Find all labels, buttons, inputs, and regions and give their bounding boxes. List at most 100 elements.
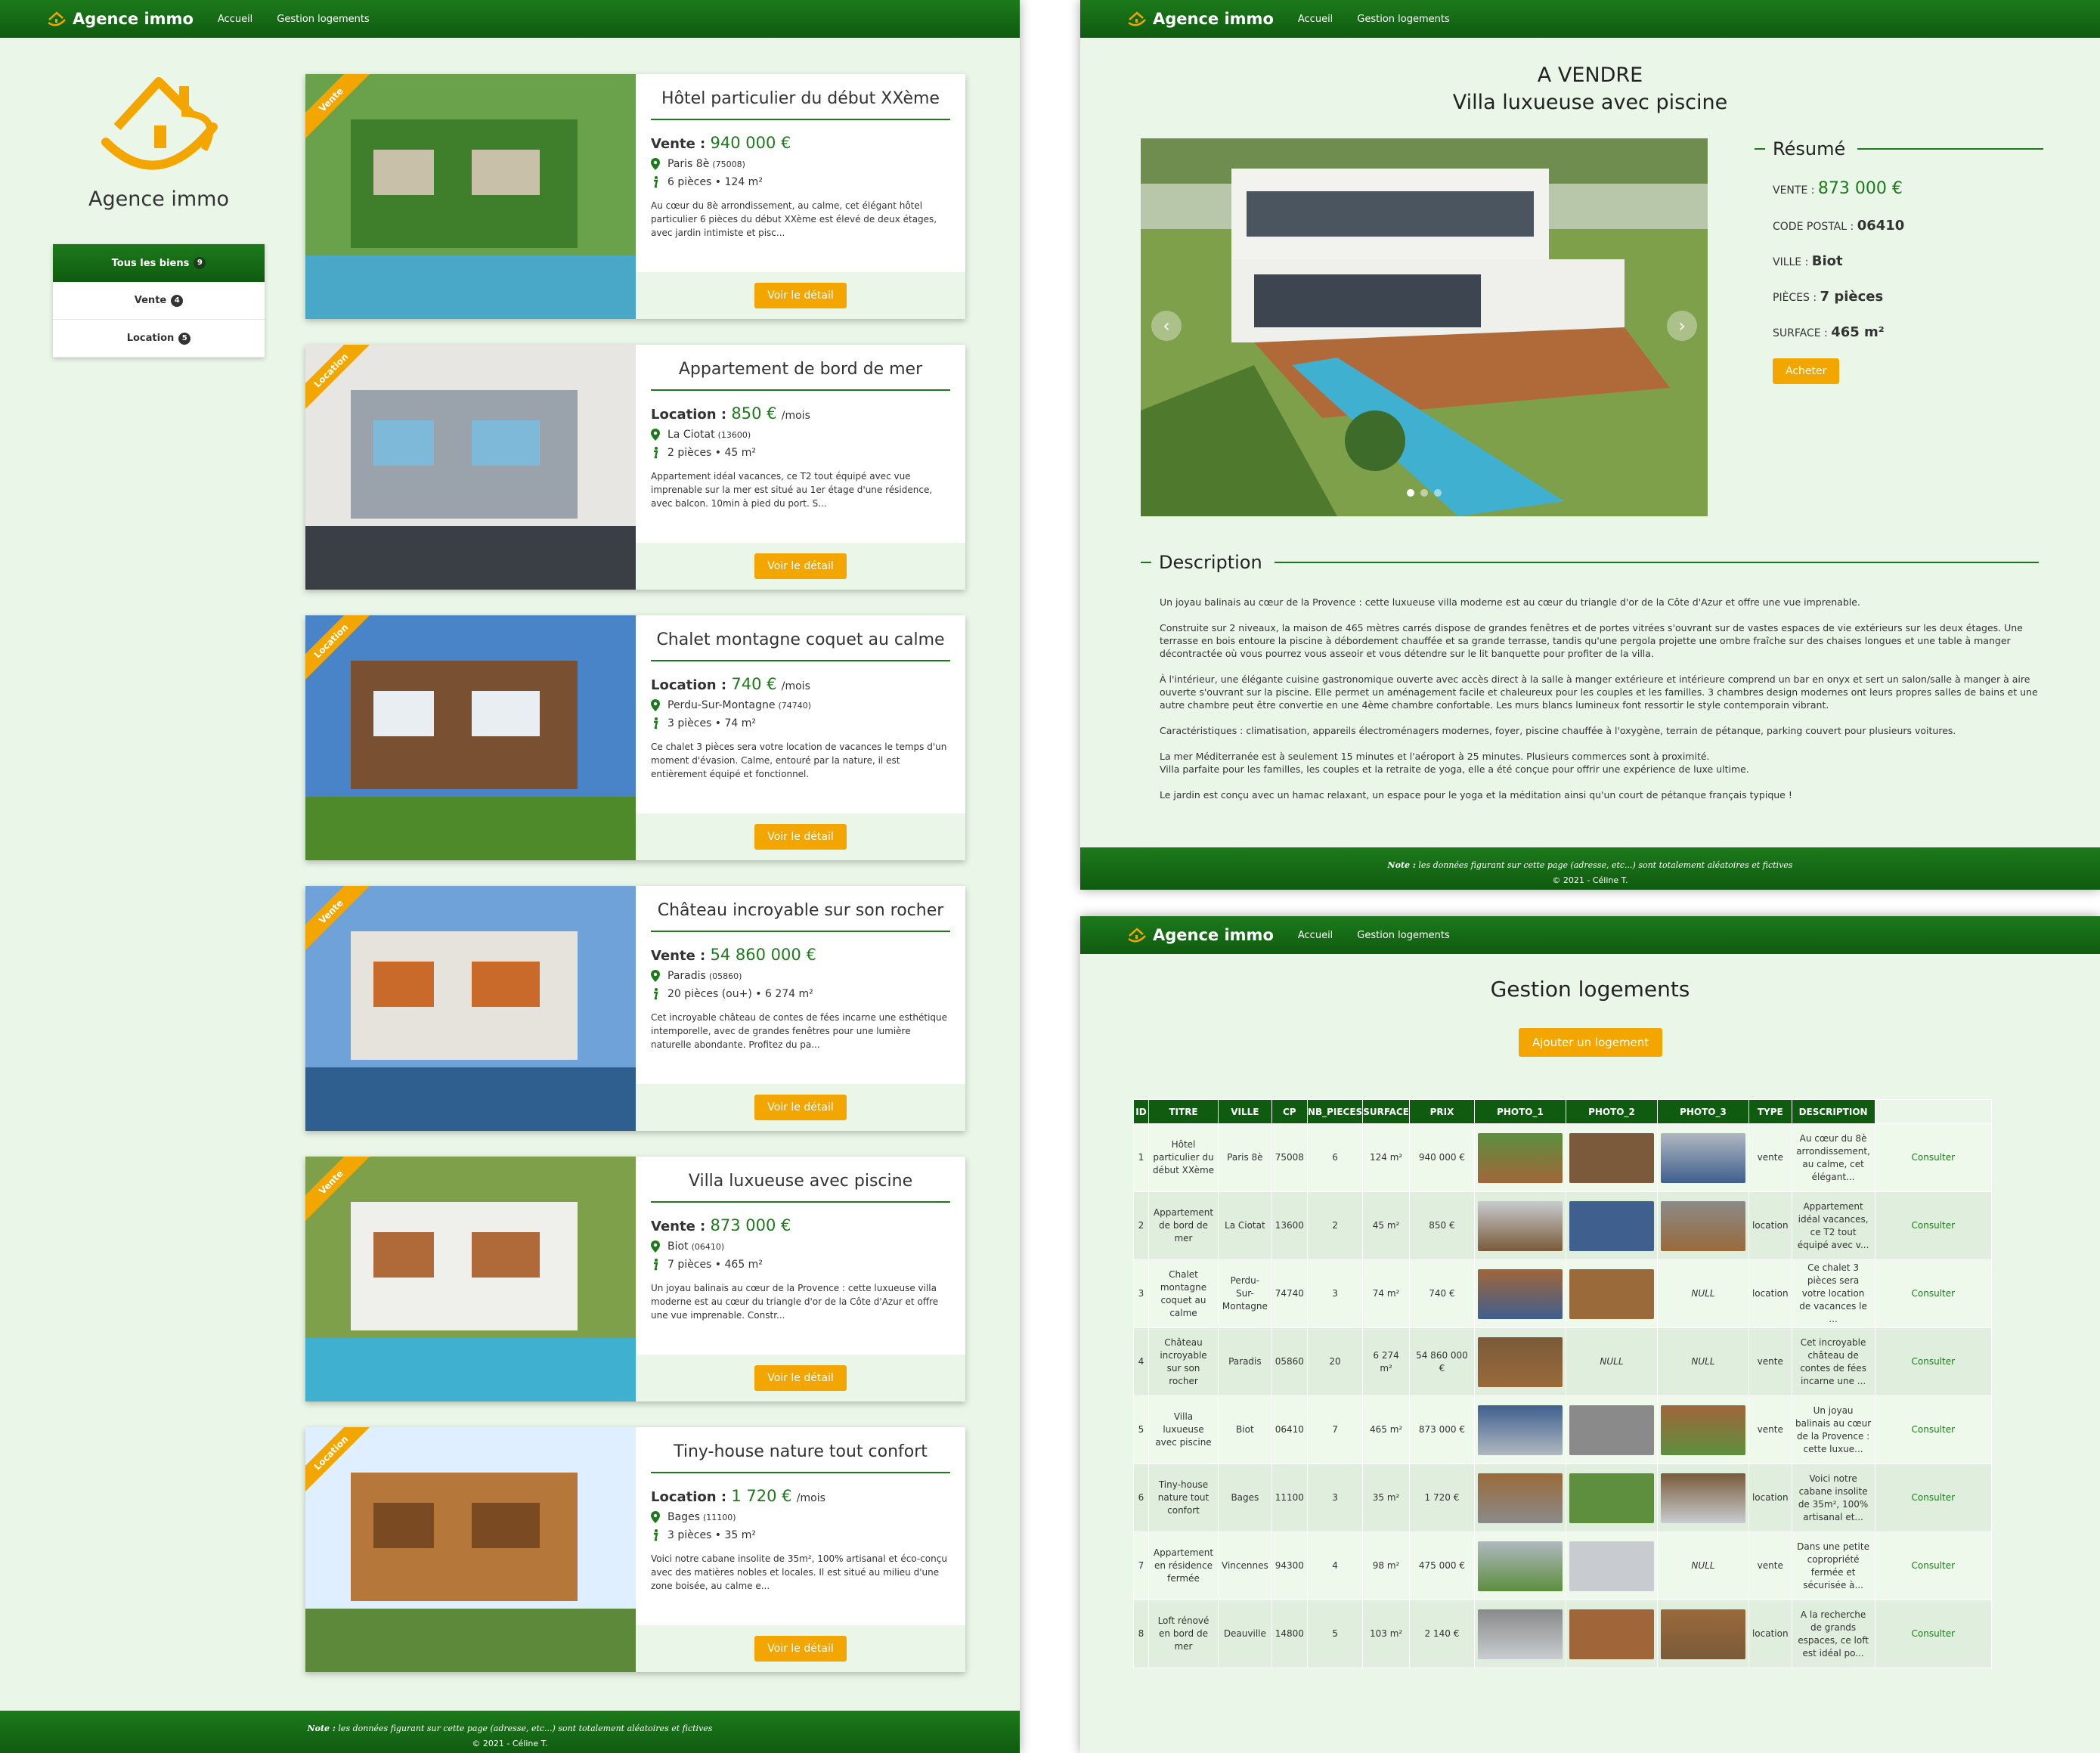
buy-button[interactable]: Acheter xyxy=(1773,358,1840,384)
listing-title[interactable]: Chalet montagne coquet au calme xyxy=(651,630,950,661)
nav-gestion[interactable]: Gestion logements xyxy=(1357,930,1449,941)
detail-button[interactable]: Voir le détail xyxy=(754,1636,847,1662)
photo-thumbnail[interactable] xyxy=(1477,1405,1563,1455)
description-paragraph: La mer Méditerranée est à seulement 15 m… xyxy=(1160,751,1749,775)
listing-photo[interactable]: Vente xyxy=(305,74,636,319)
photo-thumbnail[interactable] xyxy=(1569,1268,1654,1319)
consult-link[interactable]: Consulter xyxy=(1912,1492,1956,1503)
cell-id: 1 xyxy=(1133,1123,1149,1192)
photo-thumbnail[interactable] xyxy=(1660,1473,1745,1523)
property-photo xyxy=(305,74,636,319)
photo-thumbnail[interactable] xyxy=(1569,1132,1654,1183)
listing-info: 2 pièces • 45 m² xyxy=(651,447,950,459)
indicator[interactable] xyxy=(1407,489,1414,497)
listing-title[interactable]: Villa luxueuse avec piscine xyxy=(651,1172,950,1203)
consult-link[interactable]: Consulter xyxy=(1912,1288,1956,1299)
cell-description: Au cœur du 8è arrondissement, au calme, … xyxy=(1791,1123,1875,1192)
cell-titre: Chalet montagne coquet au calme xyxy=(1148,1259,1219,1328)
photo-thumbnail[interactable] xyxy=(1477,1473,1563,1523)
description-paragraph: Le jardin est conçu avec un hamac relaxa… xyxy=(1160,789,1792,801)
listing-photo[interactable]: Location xyxy=(305,615,636,860)
cell-action: Consulter xyxy=(1874,1532,1993,1600)
carousel-prev-icon[interactable]: ‹ xyxy=(1151,311,1182,341)
listing-card: Vente Hôtel particulier du début XXème V… xyxy=(305,74,965,319)
detail-button[interactable]: Voir le détail xyxy=(754,824,847,850)
nav-accueil[interactable]: Accueil xyxy=(218,14,252,25)
consult-link[interactable]: Consulter xyxy=(1912,1424,1956,1435)
cell-ville: Paradis xyxy=(1218,1327,1272,1396)
photo-thumbnail[interactable] xyxy=(1569,1200,1654,1251)
listing-photo[interactable]: Location xyxy=(305,1427,636,1672)
filter-all[interactable]: Tous les biens 9 xyxy=(53,244,265,282)
detail-button[interactable]: Voir le détail xyxy=(754,1095,847,1120)
photo-thumbnail[interactable] xyxy=(1569,1541,1654,1591)
price-unit: /mois xyxy=(796,1492,825,1504)
brand[interactable]: Agence immo xyxy=(47,10,194,28)
cell-action: Consulter xyxy=(1874,1463,1993,1532)
cell-action: Consulter xyxy=(1874,1259,1993,1328)
photo-thumbnail[interactable] xyxy=(1569,1609,1654,1659)
cell-titre: Château incroyable sur son rocher xyxy=(1148,1327,1219,1396)
photo-thumbnail[interactable] xyxy=(1569,1473,1654,1523)
listing-title[interactable]: Tiny-house nature tout confort xyxy=(651,1442,950,1473)
listing-body: Appartement de bord de mer Location : 85… xyxy=(636,345,965,541)
filter-location[interactable]: Location 5 xyxy=(53,320,265,358)
detail-button[interactable]: Voir le détail xyxy=(754,553,847,579)
listing-photo[interactable]: Vente xyxy=(305,886,636,1131)
brand[interactable]: Agence immo xyxy=(1127,926,1274,944)
nav-gestion[interactable]: Gestion logements xyxy=(277,14,369,25)
consult-link[interactable]: Consulter xyxy=(1912,1356,1956,1367)
listing-card: Location Tiny-house nature tout confort … xyxy=(305,1427,965,1672)
add-listing-button[interactable]: Ajouter un logement xyxy=(1519,1028,1663,1057)
brand[interactable]: Agence immo xyxy=(1127,10,1274,28)
listing-price: Vente : 873 000 € xyxy=(651,1216,950,1234)
map-pin-icon xyxy=(651,429,660,441)
filter-vente[interactable]: Vente 4 xyxy=(53,282,265,320)
nav-accueil[interactable]: Accueil xyxy=(1298,930,1333,941)
detail-button[interactable]: Voir le détail xyxy=(754,283,847,308)
photo-thumbnail[interactable] xyxy=(1660,1405,1745,1455)
listing-title[interactable]: Appartement de bord de mer xyxy=(651,360,950,391)
detail-button[interactable]: Voir le détail xyxy=(754,1365,847,1391)
photo-thumbnail[interactable] xyxy=(1660,1132,1745,1183)
table-row: 5 Villa luxueuse avec piscine Biot 06410 7 46… xyxy=(1133,1395,1993,1464)
photo-thumbnail[interactable] xyxy=(1660,1609,1745,1659)
consult-link[interactable]: Consulter xyxy=(1912,1628,1956,1639)
listing-cp: (13600) xyxy=(717,429,751,440)
cell-pieces: 4 xyxy=(1306,1532,1364,1600)
cell-type: vente xyxy=(1748,1327,1792,1396)
cell-surface: 465 m² xyxy=(1362,1395,1410,1464)
photo-thumbnail[interactable] xyxy=(1477,1336,1563,1387)
photo-thumbnail[interactable] xyxy=(1569,1405,1654,1455)
nav-gestion[interactable]: Gestion logements xyxy=(1357,14,1449,25)
photo-thumbnail[interactable] xyxy=(1477,1200,1563,1251)
indicator[interactable] xyxy=(1420,489,1428,497)
brand-name: Agence immo xyxy=(73,10,194,28)
photo-thumbnail[interactable] xyxy=(1477,1132,1563,1183)
photo-thumbnail[interactable] xyxy=(1660,1200,1745,1251)
table-header: ID TITRE VILLE CP NB_PIECES SURFACE PRIX PHOTO_… xyxy=(1133,1099,1993,1124)
nav-accueil[interactable]: Accueil xyxy=(1298,14,1333,25)
photo-thumbnail[interactable] xyxy=(1477,1609,1563,1659)
indicator[interactable] xyxy=(1434,489,1442,497)
count-badge: 5 xyxy=(178,332,191,345)
cell-description: Un joyau balinais au cœur de la Provence… xyxy=(1791,1395,1875,1464)
photo-carousel[interactable]: ‹ › xyxy=(1141,138,1708,516)
consult-link[interactable]: Consulter xyxy=(1912,1560,1956,1571)
photo-thumbnail[interactable] xyxy=(1477,1268,1563,1319)
listing-photo[interactable]: Vente xyxy=(305,1157,636,1401)
photo-thumbnail[interactable] xyxy=(1477,1541,1563,1591)
listing-location: Perdu-Sur-Montagne (74740) xyxy=(651,699,950,711)
carousel-next-icon[interactable]: › xyxy=(1667,311,1697,341)
consult-link[interactable]: Consulter xyxy=(1912,1220,1956,1231)
cell-cp: 06410 xyxy=(1271,1395,1308,1464)
cell-prix: 1 720 € xyxy=(1408,1463,1475,1532)
listing-photo[interactable]: Location xyxy=(305,345,636,590)
house-logo-icon xyxy=(1128,11,1146,26)
listing-location: Paradis (05860) xyxy=(651,970,950,982)
cell-photo: NULL xyxy=(1656,1532,1749,1600)
consult-link[interactable]: Consulter xyxy=(1912,1152,1956,1163)
listing-title[interactable]: Château incroyable sur son rocher xyxy=(651,901,950,932)
listing-title[interactable]: Hôtel particulier du début XXème xyxy=(651,89,950,120)
info-icon xyxy=(654,176,658,188)
